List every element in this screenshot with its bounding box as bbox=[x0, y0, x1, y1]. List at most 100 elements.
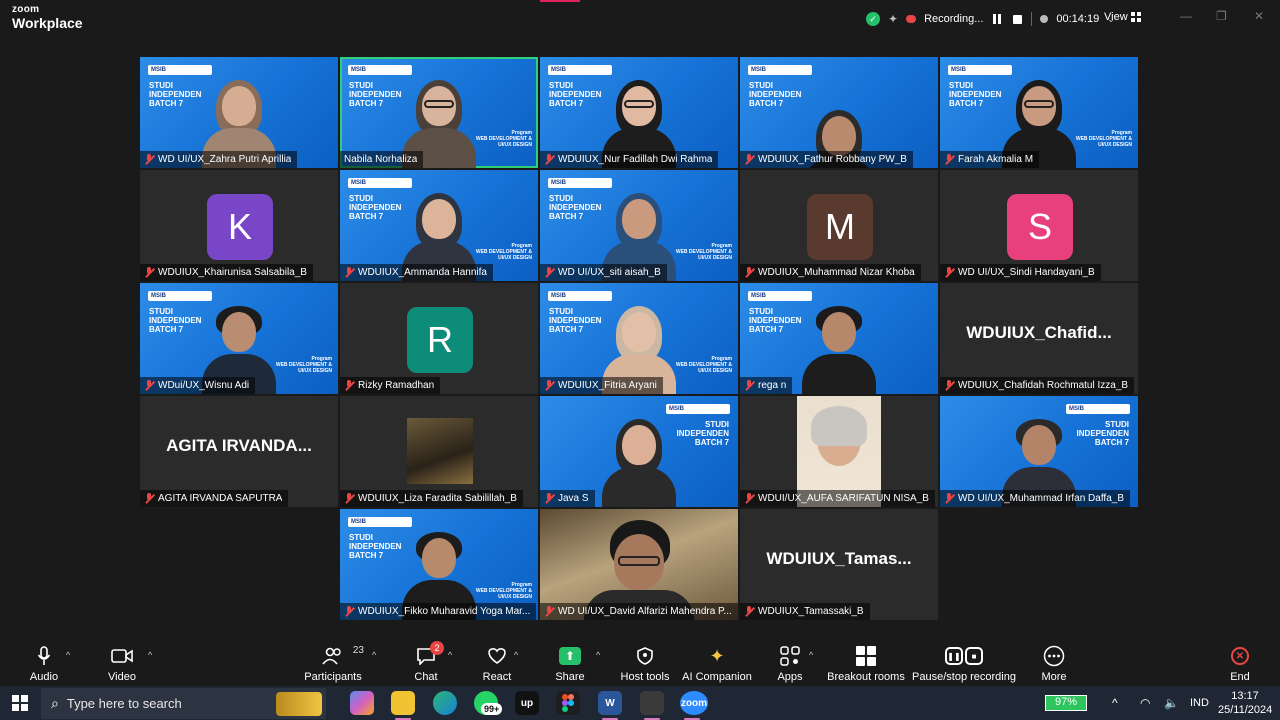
language-indicator[interactable]: IND bbox=[1190, 686, 1209, 720]
participant-name: AGITA IRVANDA SAPUTRA bbox=[158, 493, 283, 504]
recording-status: ✓ ✦ Recording... 00:14:19 ⌄ bbox=[866, 9, 1115, 29]
participant-tile[interactable]: MSIB STUDI INDEPENDEN BATCH 7 rega n bbox=[740, 283, 938, 394]
edge-browser-icon[interactable] bbox=[433, 691, 457, 715]
participant-tile[interactable]: MSIB STUDI INDEPENDEN BATCH 7 Program WE… bbox=[340, 57, 538, 168]
whatsapp-icon[interactable]: 99+ bbox=[474, 691, 503, 715]
snipping-tool-icon[interactable] bbox=[640, 691, 664, 720]
participant-tile[interactable]: MSIB STUDI INDEPENDEN BATCH 7 Program WE… bbox=[540, 170, 738, 281]
participant-tile[interactable]: MSIB STUDI INDEPENDEN BATCH 7 Program WE… bbox=[140, 283, 338, 394]
muted-mic-icon bbox=[144, 380, 154, 391]
grid-view-icon[interactable] bbox=[1131, 12, 1141, 22]
pause-stop-recording-button[interactable]: ❚❚ ■ Pause/stop recording bbox=[912, 637, 1016, 686]
chat-unread-badge: 2 bbox=[430, 641, 444, 655]
host-tools-button[interactable]: Host tools bbox=[620, 637, 670, 686]
participant-tile[interactable]: MSIB STUDI INDEPENDEN BATCH 7 Program WE… bbox=[540, 283, 738, 394]
pause-recording-icon[interactable] bbox=[991, 13, 1003, 25]
participant-tile[interactable]: MSIB STUDI INDEPENDEN BATCH 7 Program WE… bbox=[340, 509, 538, 620]
end-meeting-button[interactable]: ✕ End bbox=[1224, 637, 1256, 686]
volume-icon[interactable]: 🔈 bbox=[1164, 686, 1179, 720]
more-button[interactable]: More bbox=[1038, 637, 1070, 686]
participant-tile[interactable]: WDUIUX_Liza Faradita Sabilillah_B bbox=[340, 396, 538, 507]
wifi-icon[interactable]: ◠ bbox=[1140, 686, 1150, 720]
participant-name: WDUIUX_Fathur Robbany PW_B bbox=[758, 154, 907, 165]
muted-mic-icon bbox=[544, 267, 554, 278]
participant-tile[interactable]: K WDUIUX_Khairunisa Salsabila_B bbox=[140, 170, 338, 281]
meeting-toolbar: Audio ^ Video ^ 23 Participants ^ 2 Chat… bbox=[0, 637, 1280, 686]
msib-brand-logo: MSIB bbox=[748, 291, 812, 301]
participant-avatar: S bbox=[1007, 194, 1073, 260]
ai-companion-button[interactable]: ✦ AI Companion bbox=[682, 637, 752, 686]
figma-icon[interactable] bbox=[556, 691, 580, 715]
share-button[interactable]: ⬆ Share bbox=[554, 637, 586, 686]
share-options-caret-icon[interactable]: ^ bbox=[596, 650, 600, 660]
participants-options-caret-icon[interactable]: ^ bbox=[372, 650, 376, 660]
participant-tile[interactable]: MSIB STUDI INDEPENDEN BATCH 7 WDUIUX_Fat… bbox=[740, 57, 938, 168]
participants-button[interactable]: 23 Participants bbox=[304, 637, 364, 686]
muted-mic-icon bbox=[544, 606, 554, 617]
participant-tile[interactable]: M WDUIUX_Muhammad Nizar Khoba bbox=[740, 170, 938, 281]
participant-name: WD UI/UX_Sindi Handayani_B bbox=[958, 267, 1095, 278]
copilot-icon[interactable] bbox=[350, 691, 374, 715]
windows-start-icon[interactable] bbox=[12, 695, 28, 711]
participant-tile[interactable]: WD UI/UX_David Alfarizi Mahendra P... bbox=[540, 509, 738, 620]
participant-tile[interactable]: MSIB STUDI INDEPENDEN BATCH 7 WD UI/UX_M… bbox=[940, 396, 1138, 507]
battery-indicator[interactable]: 97% bbox=[1045, 695, 1087, 711]
breakout-rooms-icon bbox=[856, 646, 876, 666]
ai-sparkle-icon[interactable]: ✦ bbox=[888, 12, 898, 26]
participant-tile[interactable]: WDUI/UX_AUFA SARIFATUN NISA_B bbox=[740, 396, 938, 507]
participant-tile[interactable]: AGITA IRVANDA... AGITA IRVANDA SAPUTRA bbox=[140, 396, 338, 507]
apps-options-caret-icon[interactable]: ^ bbox=[809, 650, 813, 660]
muted-mic-icon bbox=[144, 154, 154, 165]
msib-brand-logo: MSIB bbox=[1066, 404, 1130, 414]
slide-title: STUDI INDEPENDEN BATCH 7 bbox=[1076, 420, 1129, 447]
slide-title: STUDI INDEPENDEN BATCH 7 bbox=[749, 81, 802, 108]
participant-tile[interactable]: MSIB STUDI INDEPENDEN BATCH 7 WD UI/UX_Z… bbox=[140, 57, 338, 168]
audio-button[interactable]: Audio bbox=[28, 637, 60, 686]
muted-mic-icon bbox=[344, 380, 354, 391]
taskbar-search-box[interactable]: ⌕ Type here to search bbox=[41, 688, 326, 719]
chat-options-caret-icon[interactable]: ^ bbox=[448, 650, 452, 660]
chat-button[interactable]: 2 Chat bbox=[410, 637, 444, 686]
view-button[interactable]: View bbox=[1104, 11, 1128, 23]
participant-tile[interactable]: WDUIUX_Chafid... WDUIUX_Chafidah Rochmat… bbox=[940, 283, 1138, 394]
participant-name: Rizky Ramadhan bbox=[358, 380, 435, 391]
audio-options-caret-icon[interactable]: ^ bbox=[66, 650, 70, 660]
security-shield-icon[interactable]: ✓ bbox=[866, 12, 880, 26]
close-icon[interactable]: ✕ bbox=[1254, 9, 1264, 23]
participant-tile[interactable]: WDUIUX_Tamas... WDUIUX_Tamassaki_B bbox=[740, 509, 938, 620]
cloud-recording-icon bbox=[906, 15, 917, 23]
slide-program: Program WEB DEVELOPMENT & UI/UX DESIGN bbox=[475, 582, 532, 600]
participants-icon: 23 bbox=[322, 645, 364, 667]
upwork-icon[interactable]: up bbox=[515, 691, 539, 715]
zoom-app-icon[interactable]: zoom bbox=[680, 691, 708, 720]
restore-icon[interactable]: ❐ bbox=[1216, 9, 1227, 23]
participant-name: WD UI/UX_David Alfarizi Mahendra P... bbox=[558, 606, 732, 617]
file-explorer-icon[interactable] bbox=[391, 691, 415, 720]
video-button[interactable]: Video bbox=[106, 637, 138, 686]
slide-title: STUDI INDEPENDEN BATCH 7 bbox=[549, 307, 602, 334]
react-options-caret-icon[interactable]: ^ bbox=[514, 650, 518, 660]
video-options-caret-icon[interactable]: ^ bbox=[148, 650, 152, 660]
muted-mic-icon bbox=[944, 154, 954, 165]
taskbar-clock[interactable]: 13:17 25/11/2024 bbox=[1218, 689, 1272, 717]
slide-program: Program WEB DEVELOPMENT & UI/UX DESIGN bbox=[1075, 130, 1132, 148]
react-button[interactable]: React bbox=[481, 637, 513, 686]
muted-mic-icon bbox=[944, 380, 954, 391]
stop-recording-icon[interactable] bbox=[1011, 13, 1023, 25]
breakout-rooms-button[interactable]: Breakout rooms bbox=[827, 637, 905, 686]
participant-tile[interactable]: R Rizky Ramadhan bbox=[340, 283, 538, 394]
word-icon[interactable]: W bbox=[598, 691, 622, 720]
participant-tile[interactable]: MSIB STUDI INDEPENDEN BATCH 7 WDUIUX_Nur… bbox=[540, 57, 738, 168]
participant-tile[interactable]: S WD UI/UX_Sindi Handayani_B bbox=[940, 170, 1138, 281]
recording-label: Recording... bbox=[924, 13, 984, 25]
slide-title: STUDI INDEPENDEN BATCH 7 bbox=[349, 533, 402, 560]
apps-button[interactable]: Apps bbox=[774, 637, 806, 686]
muted-mic-icon bbox=[944, 493, 954, 504]
tray-chevron-up-icon[interactable]: ^ bbox=[1112, 686, 1118, 720]
participant-tile[interactable]: MSIB STUDI INDEPENDEN BATCH 7 Program WE… bbox=[340, 170, 538, 281]
participant-tile[interactable]: MSIB STUDI INDEPENDEN BATCH 7 Program WE… bbox=[940, 57, 1138, 168]
ai-sparkle-icon: ✦ bbox=[709, 645, 725, 666]
msib-brand-logo: MSIB bbox=[666, 404, 730, 414]
participant-tile[interactable]: MSIB STUDI INDEPENDEN BATCH 7 Java S bbox=[540, 396, 738, 507]
minimize-icon[interactable]: — bbox=[1180, 9, 1192, 23]
